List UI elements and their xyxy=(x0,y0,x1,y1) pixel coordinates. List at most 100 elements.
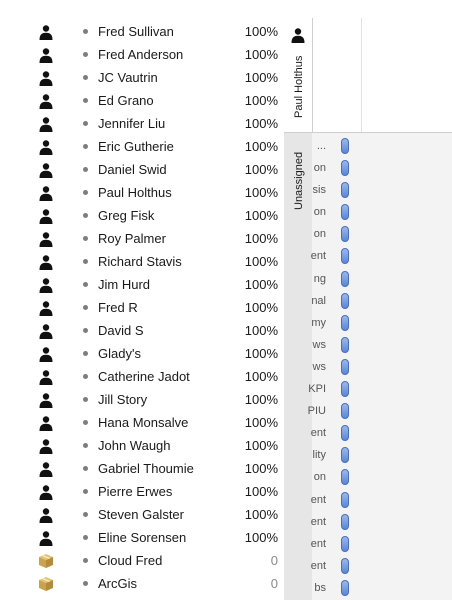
task-row[interactable]: on xyxy=(312,467,352,489)
resource-name: Cloud Fred xyxy=(98,553,163,568)
task-label: nal xyxy=(311,294,326,307)
task-label: PIU xyxy=(307,405,326,418)
task-bar[interactable] xyxy=(341,513,349,530)
task-list: ... on sis on on ent ng nal my ws ws KPI PIU ent lity o… xyxy=(308,136,352,600)
task-row[interactable]: ent xyxy=(310,512,352,534)
task-row[interactable]: my xyxy=(311,313,352,335)
person-icon xyxy=(39,485,53,500)
task-row[interactable]: ... xyxy=(312,136,352,158)
resource-row[interactable]: Jill Story 100% xyxy=(0,389,284,412)
resource-row[interactable]: Fred R 100% xyxy=(0,297,284,320)
resource-row[interactable]: Catherine Jadot 100% xyxy=(0,366,284,389)
task-bar[interactable] xyxy=(341,535,349,552)
resource-name: Fred Anderson xyxy=(98,47,184,62)
person-icon xyxy=(39,347,53,362)
person-icon xyxy=(39,94,53,109)
task-bar[interactable] xyxy=(341,425,349,442)
resource-name: David S xyxy=(98,323,144,338)
task-row[interactable]: ent xyxy=(311,423,352,445)
bullet-dot xyxy=(83,282,88,287)
resource-name: Richard Stavis xyxy=(98,254,182,269)
task-bar[interactable] xyxy=(341,447,349,464)
task-row[interactable]: on xyxy=(312,202,352,224)
resource-row[interactable]: Eline Sorensen 100% xyxy=(0,527,284,550)
resource-row[interactable]: JC Vautrin 100% xyxy=(0,67,284,90)
column-header-paul-holthus[interactable]: Paul Holthus xyxy=(293,56,305,118)
task-row[interactable]: lity xyxy=(312,445,352,467)
resource-name: Steven Galster xyxy=(98,507,184,522)
task-bar[interactable] xyxy=(341,381,349,398)
task-bar[interactable] xyxy=(341,292,349,309)
resource-allocation: 100% xyxy=(244,346,278,361)
resource-row[interactable]: Fred Sullivan 100% xyxy=(0,21,284,44)
resource-row[interactable]: Pierre Erwes 100% xyxy=(0,481,284,504)
resource-name: Pierre Erwes xyxy=(98,484,173,499)
resource-row[interactable]: Daniel Swid 100% xyxy=(0,159,284,182)
task-row[interactable]: ent xyxy=(311,556,352,578)
task-bar[interactable] xyxy=(341,204,349,221)
resource-row[interactable]: John Waugh 100% xyxy=(0,435,284,458)
task-row[interactable]: on xyxy=(312,158,352,180)
box-icon xyxy=(39,577,53,591)
bullet-dot xyxy=(83,121,88,126)
bullet-dot xyxy=(83,581,88,586)
task-row[interactable]: on xyxy=(312,224,352,246)
resource-row[interactable]: Jennifer Liu 100% xyxy=(0,113,284,136)
task-label: lity xyxy=(312,449,326,462)
resource-row[interactable]: Gabriel Thoumie 100% xyxy=(0,458,284,481)
task-bar[interactable] xyxy=(341,270,349,287)
task-bar[interactable] xyxy=(341,138,349,154)
person-icon xyxy=(39,531,53,546)
resource-row[interactable]: Jim Hurd 100% xyxy=(0,274,284,297)
task-row[interactable]: ws xyxy=(312,357,352,379)
resource-row[interactable]: Glady's 100% xyxy=(0,343,284,366)
task-row[interactable]: ent xyxy=(311,534,352,556)
resource-row[interactable]: Eric Gutherie 100% xyxy=(0,136,284,159)
resource-row[interactable]: Ed Grano 100% xyxy=(0,90,284,113)
person-icon xyxy=(39,393,53,408)
resource-row[interactable]: Richard Stavis 100% xyxy=(0,251,284,274)
task-label: my xyxy=(311,316,326,329)
resource-row[interactable]: Cloud Fred 0 xyxy=(0,550,284,573)
resource-allocation: 100% xyxy=(244,231,278,246)
task-bar[interactable] xyxy=(341,314,349,331)
resource-row[interactable]: Fred Anderson 100% xyxy=(0,44,284,67)
task-row[interactable]: ng xyxy=(312,269,352,291)
task-label: on xyxy=(313,206,326,219)
resource-row[interactable]: David S 100% xyxy=(0,320,284,343)
task-bar[interactable] xyxy=(341,491,349,508)
person-icon xyxy=(39,186,53,201)
task-bar[interactable] xyxy=(341,358,349,375)
resource-row[interactable]: Greg Fisk 100% xyxy=(0,205,284,228)
task-row[interactable]: ent xyxy=(311,246,352,268)
task-bar[interactable] xyxy=(341,469,349,486)
resource-row[interactable]: Hana Monsalve 100% xyxy=(0,412,284,435)
task-bar[interactable] xyxy=(341,160,349,177)
task-bar[interactable] xyxy=(341,579,349,596)
task-bar[interactable] xyxy=(341,248,349,265)
task-label: bs xyxy=(314,581,326,594)
task-row[interactable]: KPI xyxy=(308,379,352,401)
person-icon xyxy=(39,508,53,523)
bullet-dot xyxy=(83,305,88,310)
resource-row[interactable]: ArcGis 0 xyxy=(0,573,284,596)
resource-row[interactable]: Roy Palmer 100% xyxy=(0,228,284,251)
task-bar[interactable] xyxy=(341,336,349,353)
resource-name: Glady's xyxy=(98,346,141,361)
task-row[interactable]: nal xyxy=(311,291,352,313)
resource-allocation: 100% xyxy=(244,162,278,177)
task-row[interactable]: sis xyxy=(312,180,352,202)
column-header-unassigned[interactable]: Unassigned xyxy=(293,152,305,210)
task-bar[interactable] xyxy=(341,182,349,199)
task-row[interactable]: bs xyxy=(312,578,352,600)
resource-row[interactable]: Steven Galster 100% xyxy=(0,504,284,527)
task-bar[interactable] xyxy=(341,226,349,243)
task-bar[interactable] xyxy=(341,403,349,420)
task-label: ent xyxy=(310,515,326,528)
task-bar[interactable] xyxy=(341,557,349,574)
task-row[interactable]: ws xyxy=(312,335,352,357)
resource-row[interactable]: Paul Holthus 100% xyxy=(0,182,284,205)
task-row[interactable]: PIU xyxy=(308,401,352,423)
person-icon xyxy=(39,232,53,247)
task-row[interactable]: ent xyxy=(311,490,352,512)
